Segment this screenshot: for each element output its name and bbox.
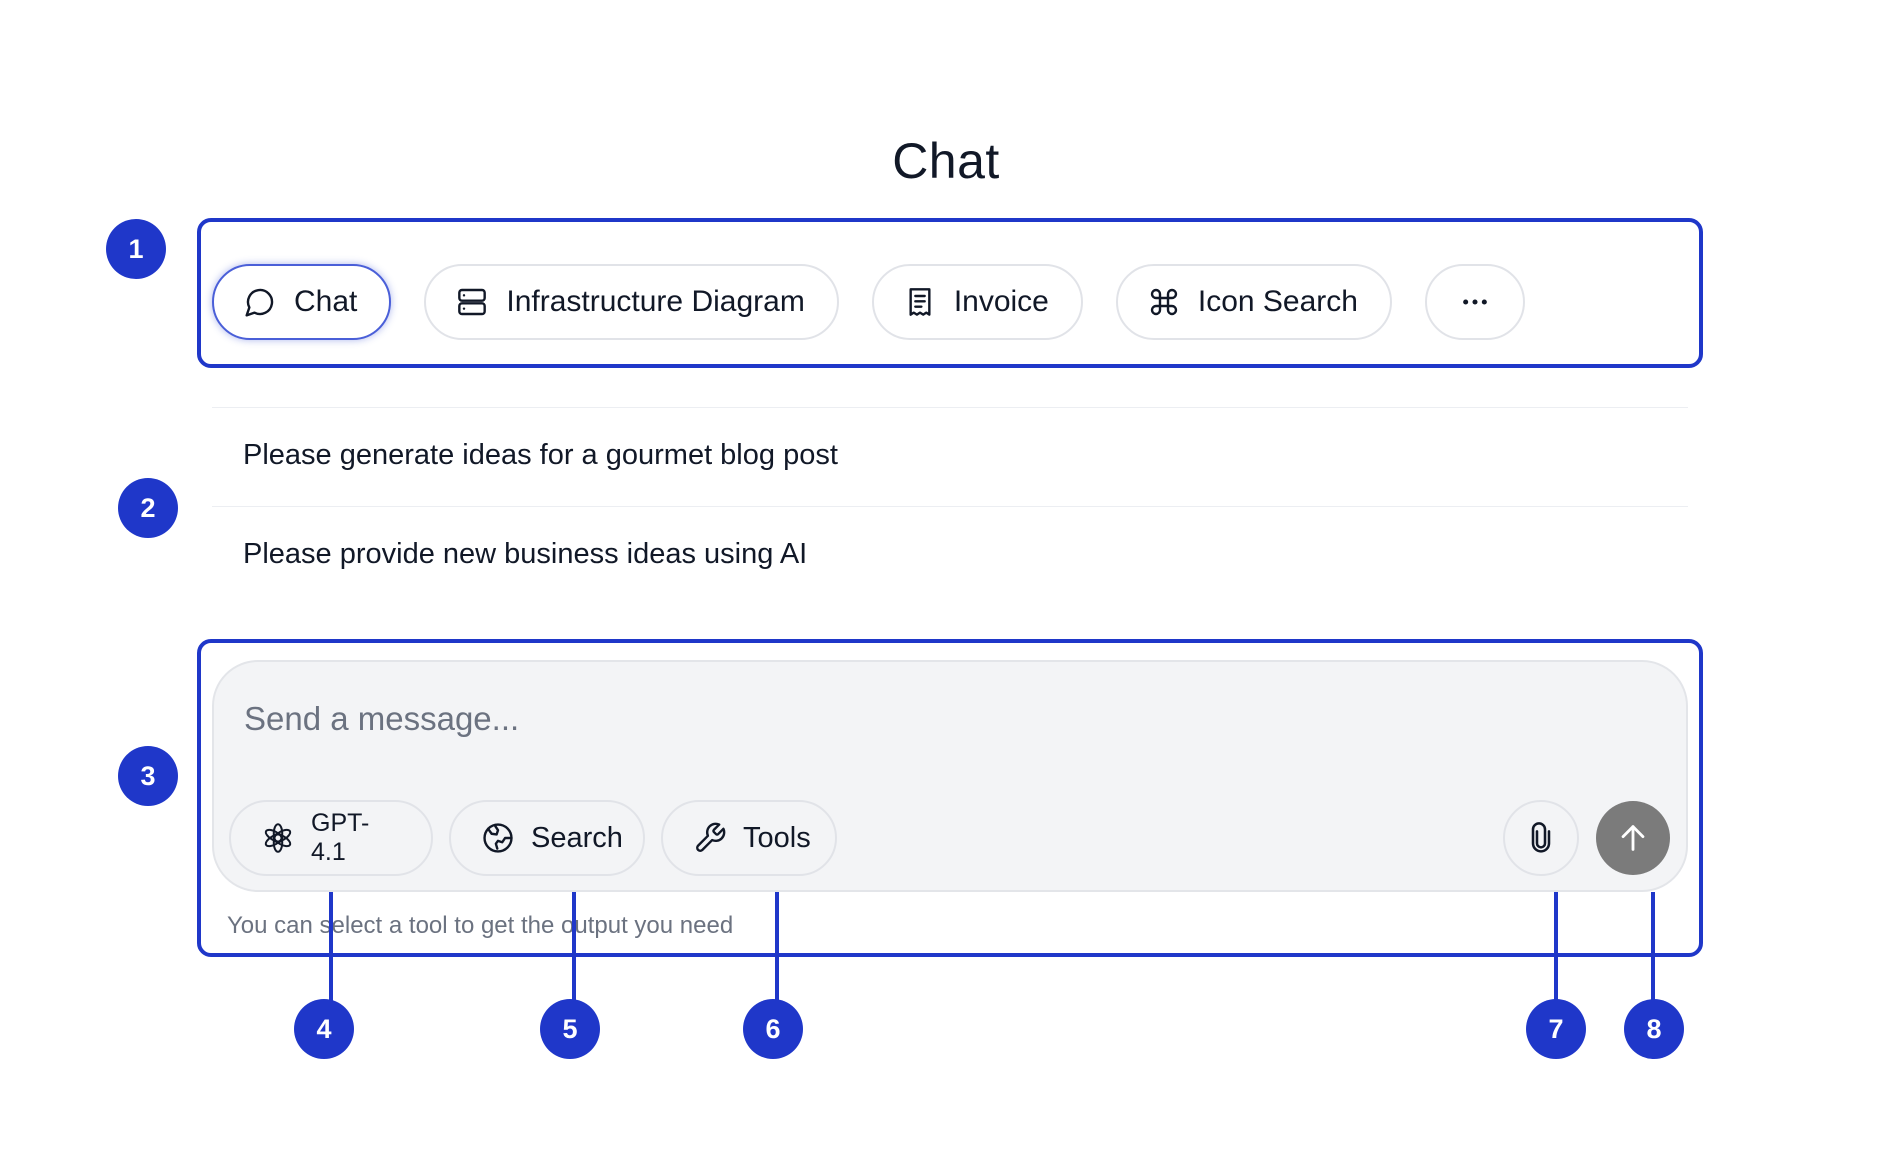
annotation-badge-5: 5 xyxy=(540,999,600,1059)
tab-infrastructure-diagram[interactable]: Infrastructure Diagram xyxy=(424,264,839,340)
connector-line xyxy=(1554,892,1558,1004)
message-input[interactable] xyxy=(244,694,1644,744)
chat-bubble-icon xyxy=(244,286,276,318)
tab-label: Chat xyxy=(294,285,358,318)
arrow-up-icon xyxy=(1616,821,1650,855)
search-label: Search xyxy=(531,821,623,854)
composer-hint: You can select a tool to get the output … xyxy=(227,912,734,939)
tools-button[interactable]: Tools xyxy=(661,800,837,876)
tab-label: Icon Search xyxy=(1197,285,1358,318)
tool-tabs: Chat Infrastructure Diagram Invoice Icon… xyxy=(212,264,1525,340)
suggestion-divider xyxy=(212,506,1688,507)
model-selector-button[interactable]: GPT-4.1 xyxy=(229,800,433,876)
attach-button[interactable] xyxy=(1503,800,1579,876)
annotation-badge-6: 6 xyxy=(743,999,803,1059)
tools-label: Tools xyxy=(743,821,811,854)
openai-logo-icon xyxy=(261,821,295,855)
annotation-badge-3: 3 xyxy=(118,746,178,806)
globe-icon xyxy=(481,821,515,855)
annotation-badge-2: 2 xyxy=(118,478,178,538)
tab-invoice[interactable]: Invoice xyxy=(871,264,1083,340)
tab-icon-search[interactable]: Icon Search xyxy=(1115,264,1392,340)
wrench-icon xyxy=(693,821,727,855)
connector-line xyxy=(572,892,576,1004)
connector-line xyxy=(1651,892,1655,1004)
tab-label: Invoice xyxy=(953,285,1049,318)
suggestion-item[interactable]: Please generate ideas for a gourmet blog… xyxy=(243,439,838,472)
model-label: GPT-4.1 xyxy=(311,809,370,866)
invoice-icon xyxy=(904,286,936,318)
send-button[interactable] xyxy=(1596,801,1670,875)
more-tabs-button[interactable] xyxy=(1424,264,1525,340)
command-icon xyxy=(1148,286,1180,318)
page-title: Chat xyxy=(892,133,1000,189)
connector-line xyxy=(329,892,333,1004)
connector-line xyxy=(775,892,779,1004)
tab-label: Infrastructure Diagram xyxy=(506,285,805,318)
suggestion-divider xyxy=(212,407,1688,408)
suggestion-item[interactable]: Please provide new business ideas using … xyxy=(243,538,807,571)
annotation-badge-7: 7 xyxy=(1526,999,1586,1059)
annotation-badge-4: 4 xyxy=(294,999,354,1059)
annotation-badge-8: 8 xyxy=(1624,999,1684,1059)
annotation-badge-1: 1 xyxy=(106,219,166,279)
tab-chat[interactable]: Chat xyxy=(212,264,392,340)
paperclip-icon xyxy=(1525,822,1557,854)
search-button[interactable]: Search xyxy=(449,800,645,876)
more-dots-icon xyxy=(1459,286,1491,318)
server-icon xyxy=(456,286,488,318)
